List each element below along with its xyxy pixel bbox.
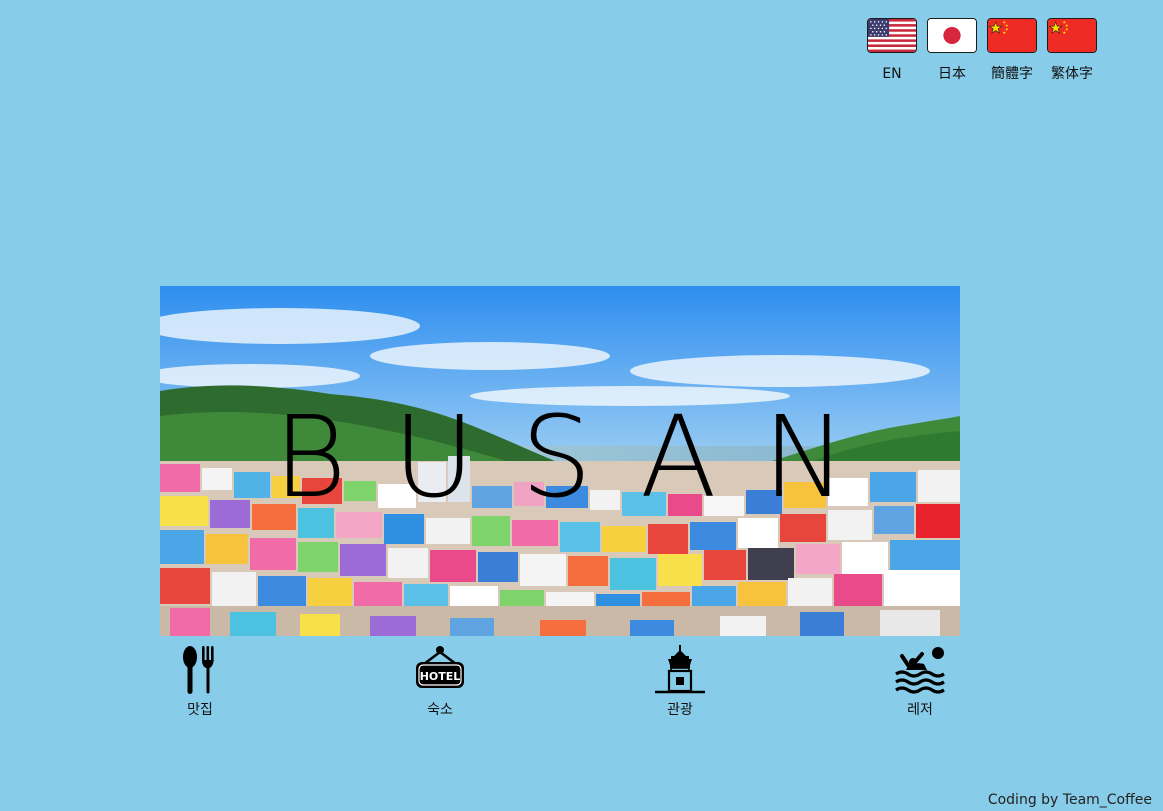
language-switcher: EN 日本 簡體字 繁体字 bbox=[867, 18, 1097, 82]
us-flag-icon[interactable] bbox=[867, 18, 917, 53]
category-accommodation[interactable]: HOTEL 숙소 bbox=[400, 644, 480, 718]
category-label-restaurants[interactable]: 맛집 bbox=[187, 702, 213, 718]
category-leisure[interactable]: 레저 bbox=[880, 644, 960, 718]
category-restaurants[interactable]: 맛집 bbox=[160, 644, 240, 718]
category-nav: 맛집 HOTEL 숙소 관광 레저 bbox=[160, 644, 960, 724]
hero-title: BUSAN bbox=[273, 393, 893, 523]
category-sightseeing[interactable]: 관광 bbox=[640, 644, 720, 718]
fork-spoon-icon[interactable] bbox=[174, 644, 226, 696]
tower-icon[interactable] bbox=[654, 644, 706, 696]
japan-flag-icon[interactable] bbox=[927, 18, 977, 53]
hero-banner: BUSAN bbox=[160, 286, 960, 636]
hotel-sign-icon[interactable]: HOTEL bbox=[414, 644, 466, 696]
swimmer-icon[interactable] bbox=[894, 644, 946, 696]
language-option-zh-traditional[interactable]: 繁体字 bbox=[1047, 18, 1097, 82]
language-label-ja[interactable]: 日本 bbox=[938, 66, 966, 82]
language-label-zh-simplified[interactable]: 簡體字 bbox=[991, 66, 1033, 82]
china-flag-icon[interactable] bbox=[987, 18, 1037, 53]
language-label-zh-traditional[interactable]: 繁体字 bbox=[1051, 66, 1093, 82]
category-label-sightseeing[interactable]: 관광 bbox=[667, 702, 693, 718]
language-option-en[interactable]: EN bbox=[867, 18, 917, 82]
category-label-leisure[interactable]: 레저 bbox=[907, 702, 933, 718]
language-option-ja[interactable]: 日本 bbox=[927, 18, 977, 82]
footer-credit: Coding by Team_Coffee bbox=[987, 792, 1152, 808]
category-label-accommodation[interactable]: 숙소 bbox=[427, 702, 453, 718]
language-label-en[interactable]: EN bbox=[882, 66, 901, 82]
language-option-zh-simplified[interactable]: 簡體字 bbox=[987, 18, 1037, 82]
hotel-sign-text: HOTEL bbox=[420, 670, 461, 683]
china-flag-icon[interactable] bbox=[1047, 18, 1097, 53]
